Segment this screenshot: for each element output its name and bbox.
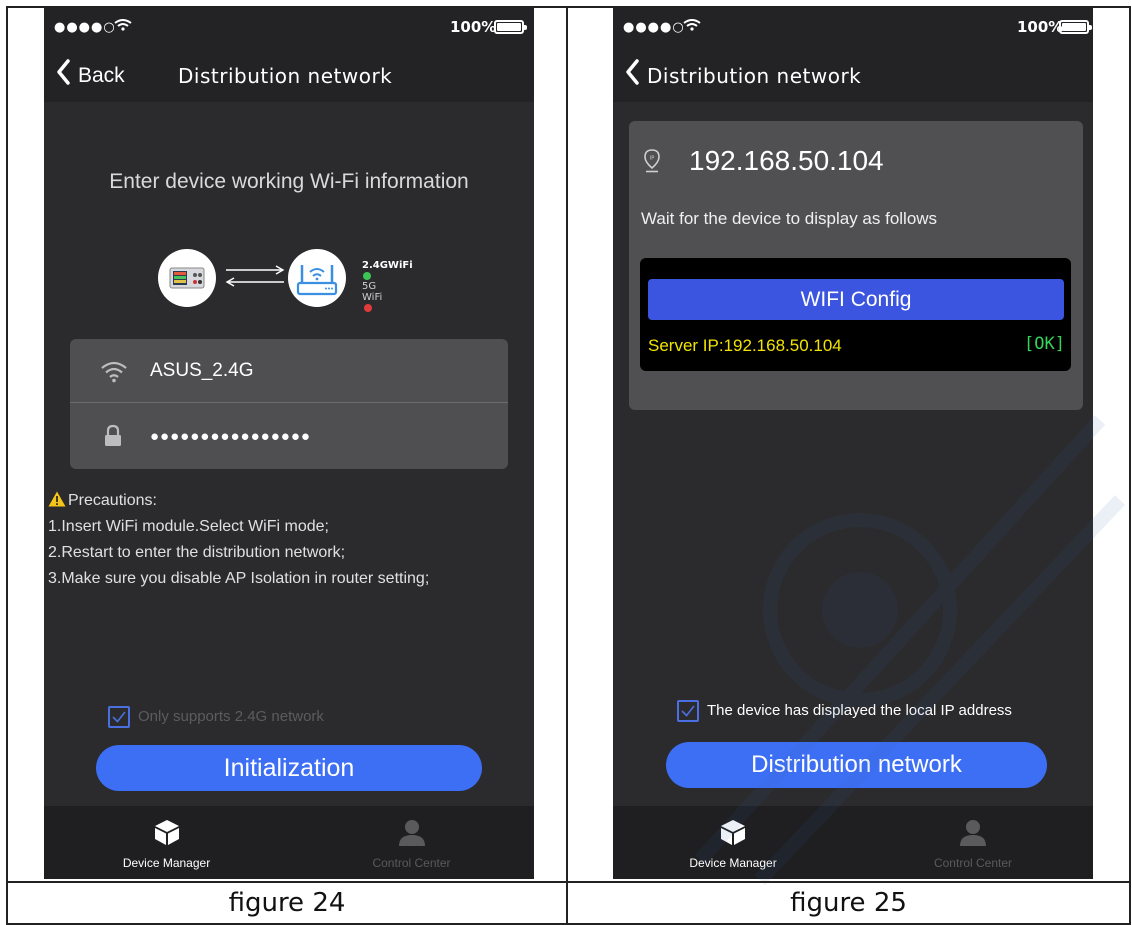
- figure-table-frame: [6, 6, 1131, 925]
- figure-caption: figure 24: [228, 888, 346, 918]
- figure-caption: figure 25: [790, 888, 907, 918]
- table-row-divider: [6, 881, 1131, 883]
- table-column-divider: [566, 6, 568, 925]
